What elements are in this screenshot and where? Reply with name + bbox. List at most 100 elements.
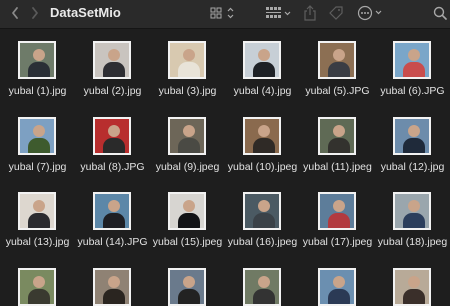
group-by-button[interactable] xyxy=(264,4,294,22)
photo-body xyxy=(403,213,425,228)
ellipsis-icon xyxy=(357,5,385,21)
photo-face xyxy=(408,49,420,61)
file-thumbnail[interactable] xyxy=(93,117,131,155)
window-title: DataSetMio xyxy=(50,5,121,20)
photo-face xyxy=(333,200,345,212)
file-thumbnail[interactable] xyxy=(393,192,431,230)
more-actions-button[interactable] xyxy=(356,4,386,22)
file-thumbnail[interactable] xyxy=(18,268,56,306)
file-name: yubal (13).jpg xyxy=(5,236,70,248)
photo-face xyxy=(183,49,195,61)
share-button[interactable] xyxy=(302,4,318,22)
file-name: yubal (18).jpeg xyxy=(377,236,448,248)
photo-face xyxy=(258,276,270,288)
file-thumbnail[interactable] xyxy=(318,192,356,230)
photo-body xyxy=(103,138,125,153)
photo-body xyxy=(103,62,125,77)
tag-button[interactable] xyxy=(327,4,345,22)
file-name: yubal (3).jpg xyxy=(158,85,217,97)
photo-body xyxy=(253,289,275,304)
chevron-right-icon xyxy=(30,6,40,20)
search-icon xyxy=(433,6,447,20)
tag-icon xyxy=(328,5,344,21)
forward-button[interactable] xyxy=(28,4,42,22)
photo-body xyxy=(178,289,200,304)
photo-body xyxy=(253,138,275,153)
share-icon xyxy=(303,5,317,21)
photo-face xyxy=(108,49,120,61)
photo-face xyxy=(408,200,420,212)
file-name: yubal (4).jpg xyxy=(233,85,292,97)
file-name: yubal (2).jpg xyxy=(83,85,142,97)
file-name: yubal (16).jpeg xyxy=(227,236,298,248)
file-thumbnail[interactable] xyxy=(93,192,131,230)
file-thumbnail[interactable] xyxy=(243,41,281,79)
file-thumbnail[interactable] xyxy=(93,41,131,79)
file-name: yubal (8).JPG xyxy=(80,161,145,173)
file-thumbnail[interactable] xyxy=(18,117,56,155)
file-thumbnail[interactable] xyxy=(168,117,206,155)
file-thumbnail[interactable] xyxy=(318,268,356,306)
photo-body xyxy=(103,213,125,228)
file-thumbnail[interactable] xyxy=(18,192,56,230)
photo-body xyxy=(178,138,200,153)
photo-face xyxy=(33,200,45,212)
photo-face xyxy=(108,125,120,137)
photo-body xyxy=(328,289,350,304)
file-thumbnail[interactable] xyxy=(318,41,356,79)
file-thumbnail[interactable] xyxy=(168,192,206,230)
file-name: yubal (11).jpeg xyxy=(303,161,372,173)
file-thumbnail[interactable] xyxy=(393,41,431,79)
photo-face xyxy=(408,276,420,288)
file-thumbnail[interactable] xyxy=(168,268,206,306)
photo-body xyxy=(28,213,50,228)
photo-body xyxy=(253,62,275,77)
search-button[interactable] xyxy=(432,4,448,22)
file-name: yubal (15).jpeg xyxy=(152,236,223,248)
file-thumbnail[interactable] xyxy=(318,117,356,155)
file-thumbnail[interactable] xyxy=(18,41,56,79)
photo-face xyxy=(408,125,420,137)
photo-face xyxy=(183,276,195,288)
file-name: yubal (17).jpeg xyxy=(302,236,373,248)
photo-body xyxy=(178,62,200,77)
photo-body xyxy=(28,62,50,77)
file-thumbnail[interactable] xyxy=(243,268,281,306)
photo-face xyxy=(258,49,270,61)
photo-face xyxy=(183,125,195,137)
chevron-left-icon xyxy=(10,6,20,20)
photo-body xyxy=(178,213,200,228)
file-thumbnail[interactable] xyxy=(243,192,281,230)
photo-face xyxy=(108,200,120,212)
back-button[interactable] xyxy=(8,4,22,22)
file-thumbnail[interactable] xyxy=(393,117,431,155)
photo-body xyxy=(253,213,275,228)
file-name: yubal (7).jpg xyxy=(8,161,67,173)
file-thumbnail[interactable] xyxy=(168,41,206,79)
photo-body xyxy=(403,138,425,153)
file-thumbnail[interactable] xyxy=(393,268,431,306)
photo-body xyxy=(328,62,350,77)
photo-body xyxy=(103,289,125,304)
photo-face xyxy=(333,49,345,61)
group-by-icon xyxy=(265,6,293,20)
photo-face xyxy=(258,125,270,137)
photo-body xyxy=(328,138,350,153)
photo-face xyxy=(183,200,195,212)
file-thumbnail[interactable] xyxy=(243,117,281,155)
photo-body xyxy=(28,289,50,304)
photo-face xyxy=(333,125,345,137)
photo-face xyxy=(258,200,270,212)
file-name: yubal (9).jpeg xyxy=(155,161,220,173)
photo-face xyxy=(33,276,45,288)
file-name: yubal (6).JPG xyxy=(380,85,445,97)
file-grid: yubal (1).jpg yubal (2).jpg yubal (3).jpg y… xyxy=(0,29,450,306)
photo-body xyxy=(403,289,425,304)
file-thumbnail[interactable] xyxy=(93,268,131,306)
photo-body xyxy=(28,138,50,153)
grid-view-icon xyxy=(209,6,237,20)
photo-face xyxy=(333,276,345,288)
view-mode-button[interactable] xyxy=(208,4,238,22)
file-name: yubal (10).jpeg xyxy=(227,161,298,173)
finder-toolbar: DataSetMio xyxy=(0,0,450,29)
